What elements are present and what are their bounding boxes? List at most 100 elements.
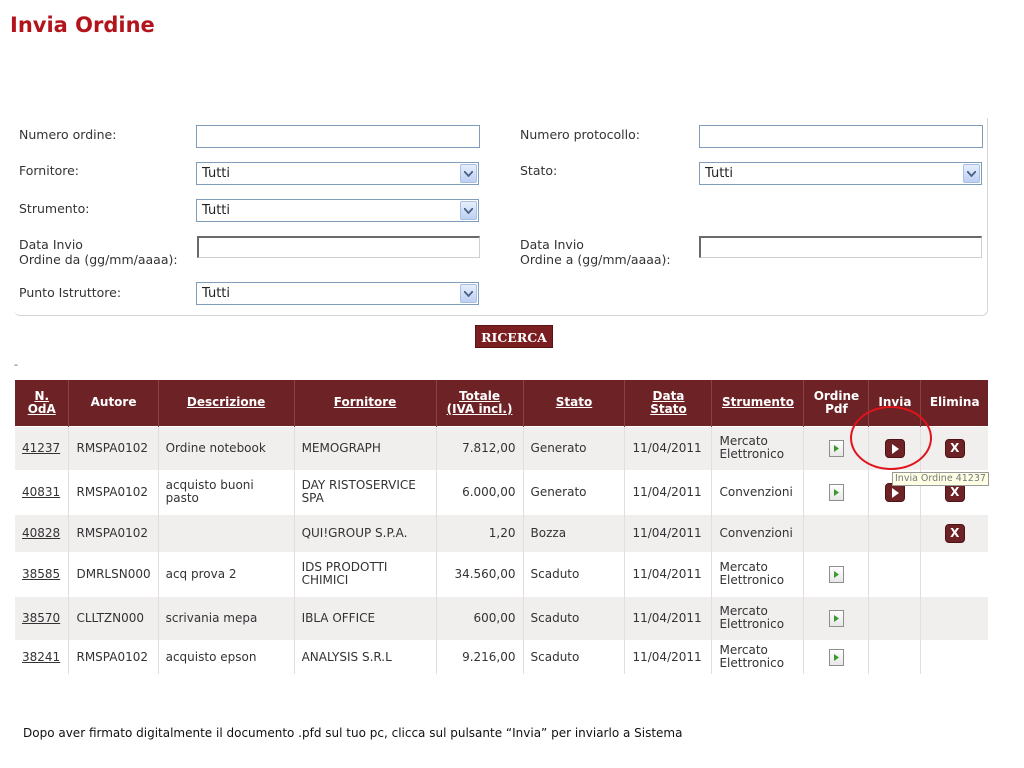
cell-fornitore: MEMOGRAPH bbox=[293, 425, 437, 470]
stato-select-value: Tutti bbox=[705, 166, 734, 181]
cell-stato: Scaduto bbox=[522, 639, 625, 674]
cell-fornitore: DAY RISTOSERVICE SPA bbox=[293, 469, 437, 514]
cell-descrizione: acquisto buoni pasto bbox=[157, 469, 295, 514]
cell-pdf bbox=[803, 639, 869, 674]
order-number-link[interactable]: 38241 bbox=[15, 639, 69, 674]
pdf-document-icon[interactable] bbox=[828, 609, 844, 627]
dropdown-arrow-icon[interactable] bbox=[460, 164, 477, 183]
punto-istruttore-select[interactable]: Tutti bbox=[196, 282, 479, 305]
cell-elimina: X bbox=[920, 425, 988, 470]
cell-elimina bbox=[920, 595, 988, 640]
dropdown-arrow-icon[interactable] bbox=[460, 284, 477, 303]
cell-data: 11/04/2011 bbox=[624, 513, 712, 552]
pdf-document-icon[interactable] bbox=[828, 648, 844, 666]
numero-protocollo-input[interactable] bbox=[699, 125, 983, 148]
cell-invia bbox=[868, 513, 921, 552]
cell-descrizione: Ordine notebook bbox=[157, 425, 295, 470]
table-row: 38570 CLLTZN000 scrivania mepa IBLA OFFI… bbox=[15, 595, 988, 640]
col-header-descrizione[interactable]: Descrizione bbox=[157, 380, 295, 426]
table-row: 38241 RMSPA0102 acquisto epson ANALYSIS … bbox=[15, 639, 988, 674]
col-header-ordine-pdf: Ordine Pdf bbox=[803, 380, 869, 426]
page-title: Invia Ordine bbox=[10, 13, 155, 37]
data-invio-a-label: Data Invio Ordine a (gg/mm/aaaa): bbox=[520, 237, 671, 267]
data-invio-a-input[interactable] bbox=[699, 236, 982, 258]
ricerca-button[interactable]: RICERCA bbox=[475, 325, 553, 348]
cell-stato: Bozza bbox=[522, 513, 625, 552]
cell-pdf bbox=[803, 551, 869, 596]
fornitore-select-value: Tutti bbox=[202, 166, 231, 181]
numero-ordine-input[interactable] bbox=[196, 125, 480, 148]
cell-descrizione: scrivania mepa bbox=[157, 595, 295, 640]
table-row: 38585 DMRLSN000 acq prova 2 IDS PRODOTTI… bbox=[15, 551, 988, 596]
strumento-select[interactable]: Tutti bbox=[196, 199, 479, 222]
cell-elimina: X bbox=[920, 513, 988, 552]
table-header-row: N. OdA Autore Descrizione Fornitore Total… bbox=[15, 380, 988, 426]
pdf-document-icon[interactable] bbox=[828, 483, 844, 501]
pdf-document-icon[interactable] bbox=[828, 439, 844, 457]
delete-x-icon[interactable]: X bbox=[944, 438, 965, 458]
order-number-link[interactable]: 40828 bbox=[15, 513, 69, 552]
cell-strumento: Convenzioni bbox=[711, 513, 804, 552]
cell-stato: Generato bbox=[522, 425, 625, 470]
col-header-stato[interactable]: Stato bbox=[522, 380, 625, 426]
col-header-totale[interactable]: Totale (IVA incl.) bbox=[435, 380, 524, 426]
col-header-data-stato[interactable]: Data Stato bbox=[624, 380, 712, 426]
data-invio-a-label-line2: Ordine a (gg/mm/aaaa): bbox=[520, 252, 671, 267]
orders-table: N. OdA Autore Descrizione Fornitore Total… bbox=[15, 380, 988, 674]
cell-strumento: Mercato Elettronico bbox=[711, 551, 804, 596]
cell-fornitore: QUI!GROUP S.P.A. bbox=[293, 513, 437, 552]
col-header-invia: Invia bbox=[868, 380, 921, 426]
cell-autore: RMSPA0102 bbox=[68, 425, 159, 470]
cell-autore: RMSPA0102 bbox=[68, 513, 159, 552]
data-invio-da-label-line1: Data Invio bbox=[19, 237, 83, 252]
data-invio-da-label-line2: Ordine da (gg/mm/aaaa): bbox=[19, 252, 178, 267]
instruction-note: Dopo aver firmato digitalmente il docume… bbox=[23, 726, 683, 740]
dropdown-arrow-icon[interactable] bbox=[963, 164, 980, 183]
cell-strumento: Convenzioni bbox=[711, 469, 804, 514]
table-row: 40828 RMSPA0102 QUI!GROUP S.P.A. 1,20 Bo… bbox=[15, 513, 988, 552]
order-number-link[interactable]: 41237 bbox=[15, 425, 69, 470]
cell-data: 11/04/2011 bbox=[624, 639, 712, 674]
order-number-link[interactable]: 40831 bbox=[15, 469, 69, 514]
cell-invia bbox=[868, 551, 921, 596]
cell-invia bbox=[868, 639, 921, 674]
cell-elimina bbox=[920, 639, 988, 674]
data-invio-da-input[interactable] bbox=[197, 236, 480, 258]
cell-pdf bbox=[803, 513, 869, 552]
cell-descrizione: acquisto epson bbox=[157, 639, 295, 674]
col-header-elimina: Elimina bbox=[920, 380, 988, 426]
col-header-strumento[interactable]: Strumento bbox=[711, 380, 804, 426]
fornitore-label: Fornitore: bbox=[19, 163, 80, 178]
table-row: 40831 RMSPA0102 acquisto buoni pasto DAY… bbox=[15, 469, 988, 514]
fornitore-select[interactable]: Tutti bbox=[196, 162, 479, 185]
col-header-n-oda[interactable]: N. OdA bbox=[15, 380, 69, 426]
col-header-fornitore[interactable]: Fornitore bbox=[293, 380, 437, 426]
invia-button[interactable] bbox=[884, 438, 905, 458]
cell-stato: Scaduto bbox=[522, 551, 625, 596]
order-number-link[interactable]: 38585 bbox=[15, 551, 69, 596]
cell-stato: Generato bbox=[522, 469, 625, 514]
cell-fornitore: ANALYSIS S.R.L bbox=[293, 639, 437, 674]
numero-protocollo-label: Numero protocollo: bbox=[520, 127, 640, 142]
delete-x-icon[interactable]: X bbox=[944, 523, 965, 543]
cell-totale: 7.812,00 bbox=[435, 425, 524, 470]
cell-strumento: Mercato Elettronico bbox=[711, 425, 804, 470]
numero-ordine-label: Numero ordine: bbox=[19, 127, 117, 142]
data-invio-a-label-line1: Data Invio bbox=[520, 237, 584, 252]
data-invio-da-label: Data Invio Ordine da (gg/mm/aaaa): bbox=[19, 237, 178, 267]
cell-totale: 6.000,00 bbox=[435, 469, 524, 514]
strumento-select-value: Tutti bbox=[202, 203, 231, 218]
cell-descrizione: acq prova 2 bbox=[157, 551, 295, 596]
cell-stato: Scaduto bbox=[522, 595, 625, 640]
punto-istruttore-select-value: Tutti bbox=[202, 286, 231, 301]
cell-autore: RMSPA0102 bbox=[68, 469, 159, 514]
cell-data: 11/04/2011 bbox=[624, 595, 712, 640]
cell-totale: 9.216,00 bbox=[435, 639, 524, 674]
stato-select[interactable]: Tutti bbox=[699, 162, 982, 185]
punto-istruttore-label: Punto Istruttore: bbox=[19, 285, 122, 300]
pdf-document-icon[interactable] bbox=[828, 565, 844, 583]
order-number-link[interactable]: 38570 bbox=[15, 595, 69, 640]
cell-totale: 600,00 bbox=[435, 595, 524, 640]
cell-pdf bbox=[803, 425, 869, 470]
dropdown-arrow-icon[interactable] bbox=[460, 201, 477, 220]
